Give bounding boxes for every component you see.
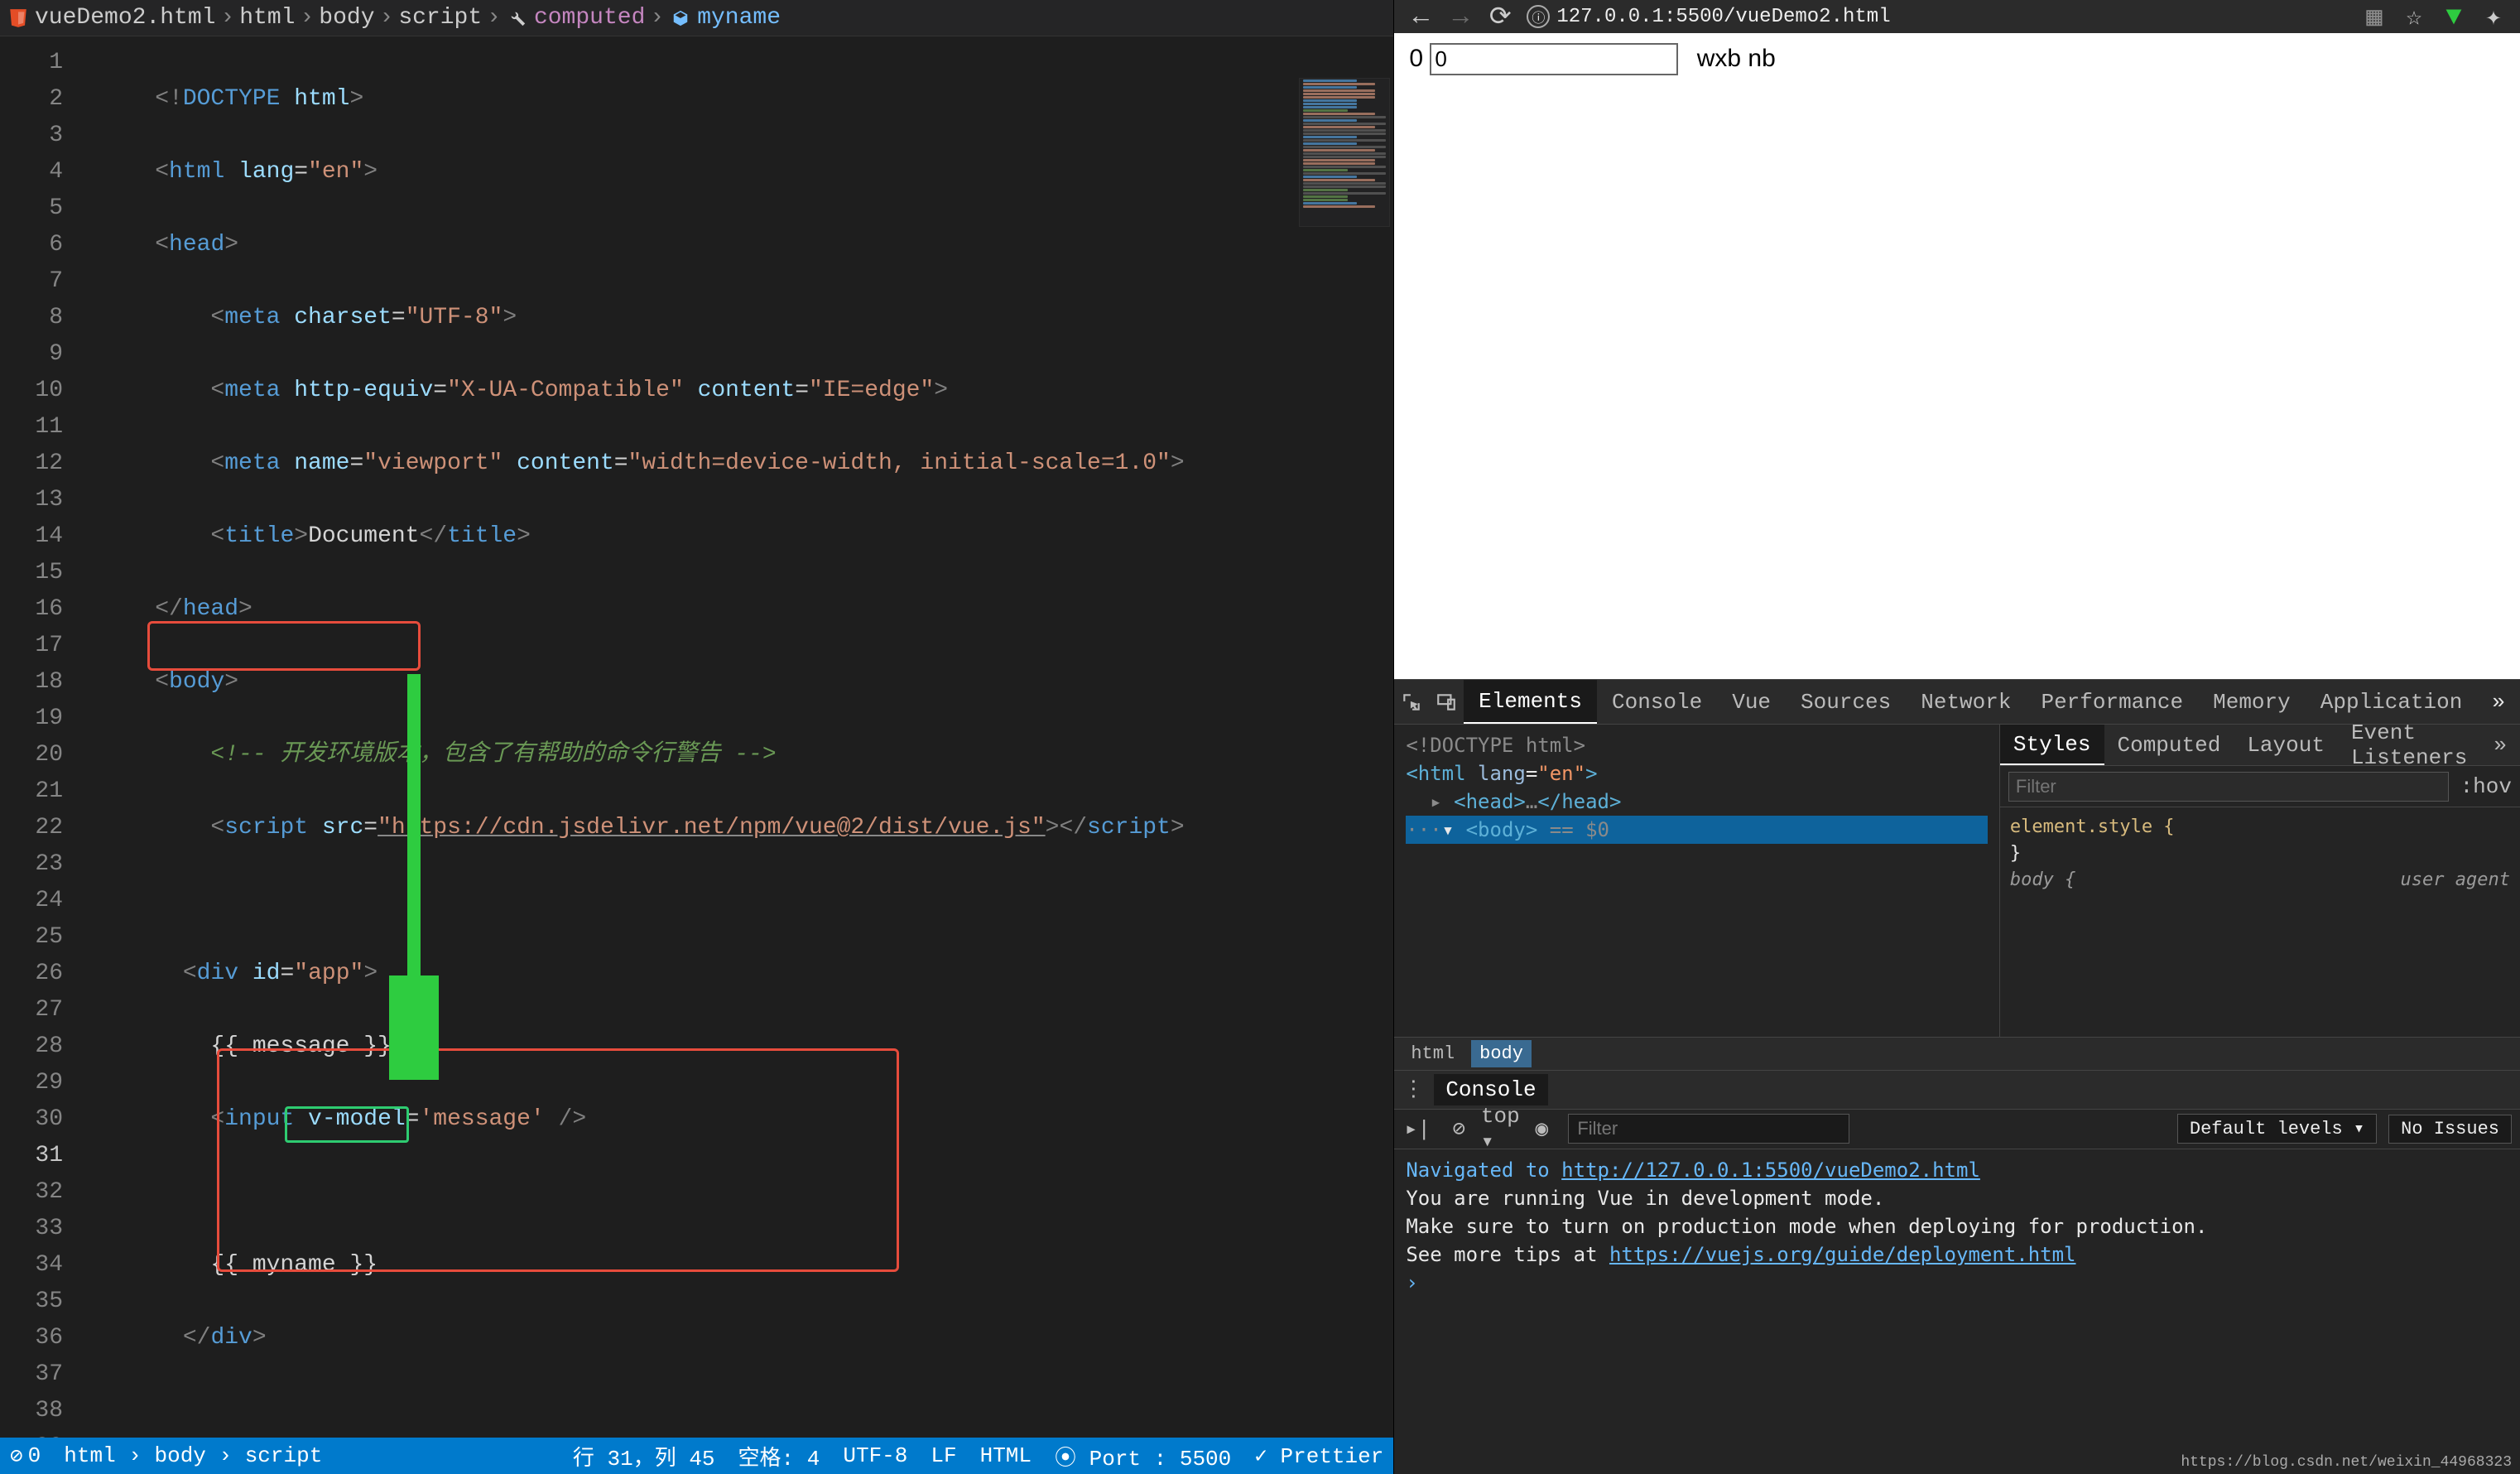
language[interactable]: HTML: [980, 1443, 1032, 1468]
bc-html[interactable]: html: [1402, 1040, 1463, 1067]
html5-icon: [7, 7, 30, 30]
inspect-icon[interactable]: [1394, 684, 1429, 720]
path[interactable]: html › body › script: [64, 1443, 322, 1468]
highlight-box-1: [147, 621, 421, 671]
console-sidebar-icon[interactable]: ▸|: [1402, 1114, 1432, 1144]
console-tab[interactable]: Console: [1434, 1074, 1547, 1106]
tab-network[interactable]: Network: [1906, 680, 2026, 724]
tab-application[interactable]: Application: [2306, 680, 2478, 724]
tabs-overflow-icon[interactable]: »: [2477, 690, 2520, 715]
tab-console[interactable]: Console: [1597, 680, 1717, 724]
devtools: Elements Console Vue Sources Network Per…: [1394, 679, 2520, 1474]
arrow-annotation: [389, 674, 439, 1080]
line-gutter: 123 456 789 101112 131415 161718 192021 …: [0, 36, 83, 1438]
status-bar: ⊘0 html › body › script 行 31，列 45 空格: 4 …: [0, 1438, 1393, 1474]
page-content: 0 wxb nb: [1394, 33, 2520, 679]
breadcrumb-item[interactable]: script: [398, 5, 482, 31]
tab-performance[interactable]: Performance: [2026, 680, 2198, 724]
breadcrumb: vueDemo2.html › html › body › script › c…: [0, 0, 1393, 36]
tab-elements[interactable]: Elements: [1464, 680, 1597, 724]
extension-icon[interactable]: ▼: [2441, 3, 2467, 30]
info-icon: ⓘ: [1527, 5, 1550, 28]
forward-icon[interactable]: →: [1447, 3, 1474, 30]
styles-overflow-icon[interactable]: »: [2480, 725, 2520, 765]
breadcrumb-item[interactable]: computed: [534, 5, 645, 31]
console-filter-input[interactable]: [1568, 1114, 1849, 1144]
translate-icon[interactable]: ▦: [2361, 3, 2388, 30]
breadcrumb-item[interactable]: html: [239, 5, 295, 31]
issues[interactable]: No Issues: [2388, 1115, 2512, 1144]
styles-filter-input[interactable]: [2008, 772, 2449, 802]
spaces[interactable]: 空格: 4: [738, 1441, 820, 1472]
bookmark-icon[interactable]: ☆: [2401, 3, 2427, 30]
clear-console-icon[interactable]: ⊘: [1444, 1114, 1474, 1144]
tab-memory[interactable]: Memory: [2198, 680, 2306, 724]
eol[interactable]: LF: [931, 1443, 956, 1468]
wrench-icon: [506, 7, 529, 30]
computed-output: wxb nb: [1697, 45, 1776, 72]
puzzle-icon[interactable]: ✦: [2480, 3, 2507, 30]
live-server-port[interactable]: ⦿ Port : 5500: [1055, 1441, 1231, 1472]
back-icon[interactable]: ←: [1407, 3, 1434, 30]
console-toolbar: ▸| ⊘ top ▾ ◉ Default levels ▾ No Issues: [1394, 1110, 2520, 1149]
message-input[interactable]: [1430, 43, 1678, 75]
dom-breadcrumb: html body: [1394, 1037, 2520, 1070]
console-body[interactable]: Navigated to http://127.0.0.1:5500/vueDe…: [1394, 1149, 2520, 1474]
tab-layout[interactable]: Layout: [2234, 725, 2338, 765]
eye-icon[interactable]: ◉: [1527, 1114, 1556, 1144]
tab-sources[interactable]: Sources: [1786, 680, 1906, 724]
tab-event-listeners[interactable]: Event Listeners: [2338, 725, 2480, 765]
highlight-box-2: [217, 1048, 899, 1272]
console-drawer-header: ⋮ Console: [1394, 1070, 2520, 1110]
device-icon[interactable]: [1429, 684, 1464, 720]
editor-pane: vueDemo2.html › html › body › script › c…: [0, 0, 1393, 1474]
editor[interactable]: 123 456 789 101112 131415 161718 192021 …: [0, 36, 1393, 1438]
console-menu-icon[interactable]: ⋮: [1402, 1077, 1424, 1102]
devtools-tabs: Elements Console Vue Sources Network Per…: [1394, 680, 2520, 725]
tab-vue[interactable]: Vue: [1717, 680, 1786, 724]
reload-icon[interactable]: ⟳: [1487, 3, 1513, 30]
styles-panel: Styles Computed Layout Event Listeners »…: [1999, 725, 2520, 1037]
watermark: https://blog.csdn.net/weixin_44968323: [2181, 1454, 2512, 1471]
browser-toolbar: ← → ⟳ ⓘ127.0.0.1:5500/vueDemo2.html ▦ ☆ …: [1394, 0, 2520, 33]
code-area[interactable]: <!DOCTYPE html> <html lang="en"> <head> …: [83, 36, 1393, 1438]
prettier[interactable]: ✓ Prettier: [1254, 1443, 1383, 1469]
hov-button[interactable]: :hov: [2460, 774, 2512, 799]
bc-body[interactable]: body: [1471, 1040, 1532, 1067]
tab-computed[interactable]: Computed: [2104, 725, 2234, 765]
elements-panel[interactable]: <!DOCTYPE html> <html lang="en"> ▸ <head…: [1394, 725, 1999, 1037]
message-output: 0: [1409, 45, 1423, 72]
breadcrumb-item[interactable]: body: [319, 5, 374, 31]
log-levels[interactable]: Default levels ▾: [2177, 1114, 2377, 1144]
problems[interactable]: ⊘0: [10, 1443, 41, 1469]
cube-icon: [669, 7, 692, 30]
cursor-pos[interactable]: 行 31，列 45: [573, 1441, 715, 1472]
encoding[interactable]: UTF-8: [843, 1443, 907, 1468]
tab-styles[interactable]: Styles: [2000, 725, 2104, 765]
browser-pane: ← → ⟳ ⓘ127.0.0.1:5500/vueDemo2.html ▦ ☆ …: [1393, 0, 2520, 1474]
breadcrumb-file[interactable]: vueDemo2.html: [35, 5, 215, 31]
minimap[interactable]: [1299, 78, 1390, 227]
context-selector[interactable]: top ▾: [1485, 1114, 1515, 1144]
address-bar[interactable]: ⓘ127.0.0.1:5500/vueDemo2.html: [1527, 5, 2348, 28]
breadcrumb-item[interactable]: myname: [697, 5, 781, 31]
